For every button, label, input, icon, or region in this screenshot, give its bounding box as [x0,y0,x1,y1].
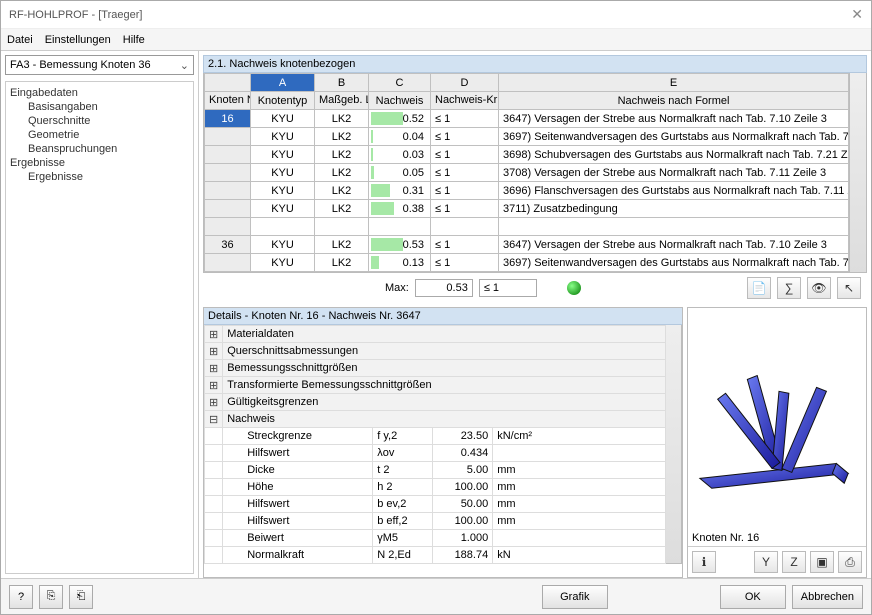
case-combobox-value: FA3 - Bemessung Knoten 36 [10,59,151,71]
grid-col-D[interactable]: D [431,74,499,92]
grid-hdr-krit[interactable]: Nachweis-Kriterium [431,92,499,110]
viewer-view-y-button[interactable]: Y [754,551,778,573]
case-combobox[interactable]: FA3 - Bemessung Knoten 36 ⌄ [5,55,194,75]
table-row[interactable] [205,218,849,236]
details-group[interactable]: ⊞Materialdaten [205,326,666,343]
toolbar-btn-1[interactable]: 📄 [747,277,771,299]
tree-eingabedaten[interactable]: Eingabedaten [8,86,191,100]
table-row[interactable]: 36KYULK20.53≤ 13647) Versagen der Strebe… [205,236,849,254]
tree-geometrie[interactable]: Geometrie [8,128,191,142]
grid-hdr-knotentyp[interactable]: Knotentyp [251,92,315,110]
close-icon[interactable]: ✕ [851,6,863,23]
nav-tree: Eingabedaten Basisangaben Querschnitte G… [5,81,194,574]
details-row[interactable]: Hilfswertb eff,2100.00mm [205,513,666,530]
viewer-print-button[interactable]: ⎙ [838,551,862,573]
details-group[interactable]: ⊞Transformierte Bemessungsschnittgrößen [205,377,666,394]
grid-hdr-knoten[interactable]: Knoten Nr. [205,92,251,110]
grid-hdr-formel[interactable]: Nachweis nach Formel [499,92,849,110]
node-viewer-canvas[interactable] [688,308,866,530]
viewer-view-iso-button[interactable]: ▣ [810,551,834,573]
grid-hdr-nachweis[interactable]: Nachweis [369,92,431,110]
menu-settings[interactable]: Einstellungen [45,34,111,46]
details-title: Details - Knoten Nr. 16 - Nachweis Nr. 3… [204,308,682,325]
import-button[interactable]: ⎗ [69,585,93,609]
menubar: Datei Einstellungen Hilfe [1,29,871,51]
menu-file[interactable]: Datei [7,34,33,46]
ok-button[interactable]: OK [720,585,786,609]
grafik-button[interactable]: Grafik [542,585,608,609]
details-group-nachweis[interactable]: ⊟Nachweis [205,411,666,428]
node-viewer: Knoten Nr. 16 ℹ Y Z ▣ ⎙ [687,307,867,578]
tree-ergebnisse-item[interactable]: Ergebnisse [8,170,191,184]
grid-col-E[interactable]: E [499,74,849,92]
grid-col-C[interactable]: C [369,74,431,92]
toolbar-btn-4[interactable]: ↖ [837,277,861,299]
details-group[interactable]: ⊞Querschnittsabmessungen [205,343,666,360]
table-row[interactable]: KYULK20.31≤ 13696) Flanschversagen des G… [205,182,849,200]
details-row[interactable]: Streckgrenzef y,223.50kN/cm² [205,428,666,445]
viewer-caption: Knoten Nr. 16 [688,530,866,546]
table-row[interactable]: KYULK20.04≤ 13697) Seitenwandversagen de… [205,128,849,146]
max-value-field: 0.53 [415,279,473,297]
tree-querschnitte[interactable]: Querschnitte [8,114,191,128]
details-group[interactable]: ⊞Bemessungsschnittgrößen [205,360,666,377]
cancel-button[interactable]: Abbrechen [792,585,863,609]
table-row[interactable]: KYULK20.13≤ 13697) Seitenwandversagen de… [205,254,849,272]
toolbar-btn-3[interactable]: 👁 [807,277,831,299]
grid-hdr-lf[interactable]: Maßgeb. LF [315,92,369,110]
details-panel: Details - Knoten Nr. 16 - Nachweis Nr. 3… [203,307,683,578]
grid-section-title: 2.1. Nachweis knotenbezogen [203,55,867,73]
menu-help[interactable]: Hilfe [123,34,145,46]
max-row: Max: 0.53 ≤ 1 📄 ∑ 👁 ↖ [203,273,867,303]
help-button[interactable]: ? [9,585,33,609]
tree-beanspruchungen[interactable]: Beanspruchungen [8,142,191,156]
max-crit-field: ≤ 1 [479,279,537,297]
status-ok-icon [567,281,581,295]
max-label: Max: [385,282,409,294]
details-group[interactable]: ⊞Gültigkeitsgrenzen [205,394,666,411]
details-row[interactable]: Hilfswertb ev,250.00mm [205,496,666,513]
details-row[interactable]: Hilfswertλov0.434 [205,445,666,462]
results-grid[interactable]: A B C D E Knoten Nr. Knotentyp Maßgeb. L… [203,73,850,273]
details-row[interactable]: NormalkraftN 2,Ed188.74kN [205,547,666,564]
chevron-down-icon: ⌄ [180,59,189,72]
toolbar-btn-2[interactable]: ∑ [777,277,801,299]
grid-col-B[interactable]: B [315,74,369,92]
window-title: RF-HOHLPROF - [Traeger] [9,9,851,21]
grid-vertical-scrollbar[interactable] [850,73,867,273]
details-row[interactable]: BeiwertγM51.000 [205,530,666,547]
table-row[interactable]: 16KYULK20.52≤ 13647) Versagen der Strebe… [205,110,849,128]
grid-corner [205,74,251,92]
table-row[interactable]: KYULK20.38≤ 13711) Zusatzbedingung [205,200,849,218]
export-button[interactable]: ⎘ [39,585,63,609]
details-row[interactable]: Dicket 25.00mm [205,462,666,479]
sidebar: FA3 - Bemessung Knoten 36 ⌄ Eingabedaten… [1,51,199,578]
details-row[interactable]: Höheh 2100.00mm [205,479,666,496]
grid-col-A[interactable]: A [251,74,315,92]
table-row[interactable]: KYULK20.03≤ 13698) Schubversagen des Gur… [205,146,849,164]
bottom-bar: ? ⎘ ⎗ Grafik OK Abbrechen [1,578,871,614]
tree-basisangaben[interactable]: Basisangaben [8,100,191,114]
tree-ergebnisse-group[interactable]: Ergebnisse [8,156,191,170]
viewer-info-button[interactable]: ℹ [692,551,716,573]
table-row[interactable]: KYULK20.05≤ 13708) Versagen der Strebe a… [205,164,849,182]
viewer-view-z-button[interactable]: Z [782,551,806,573]
titlebar: RF-HOHLPROF - [Traeger] ✕ [1,1,871,29]
details-vertical-scrollbar[interactable] [666,325,682,564]
details-table[interactable]: ⊞Materialdaten⊞Querschnittsabmessungen⊞B… [204,325,666,564]
